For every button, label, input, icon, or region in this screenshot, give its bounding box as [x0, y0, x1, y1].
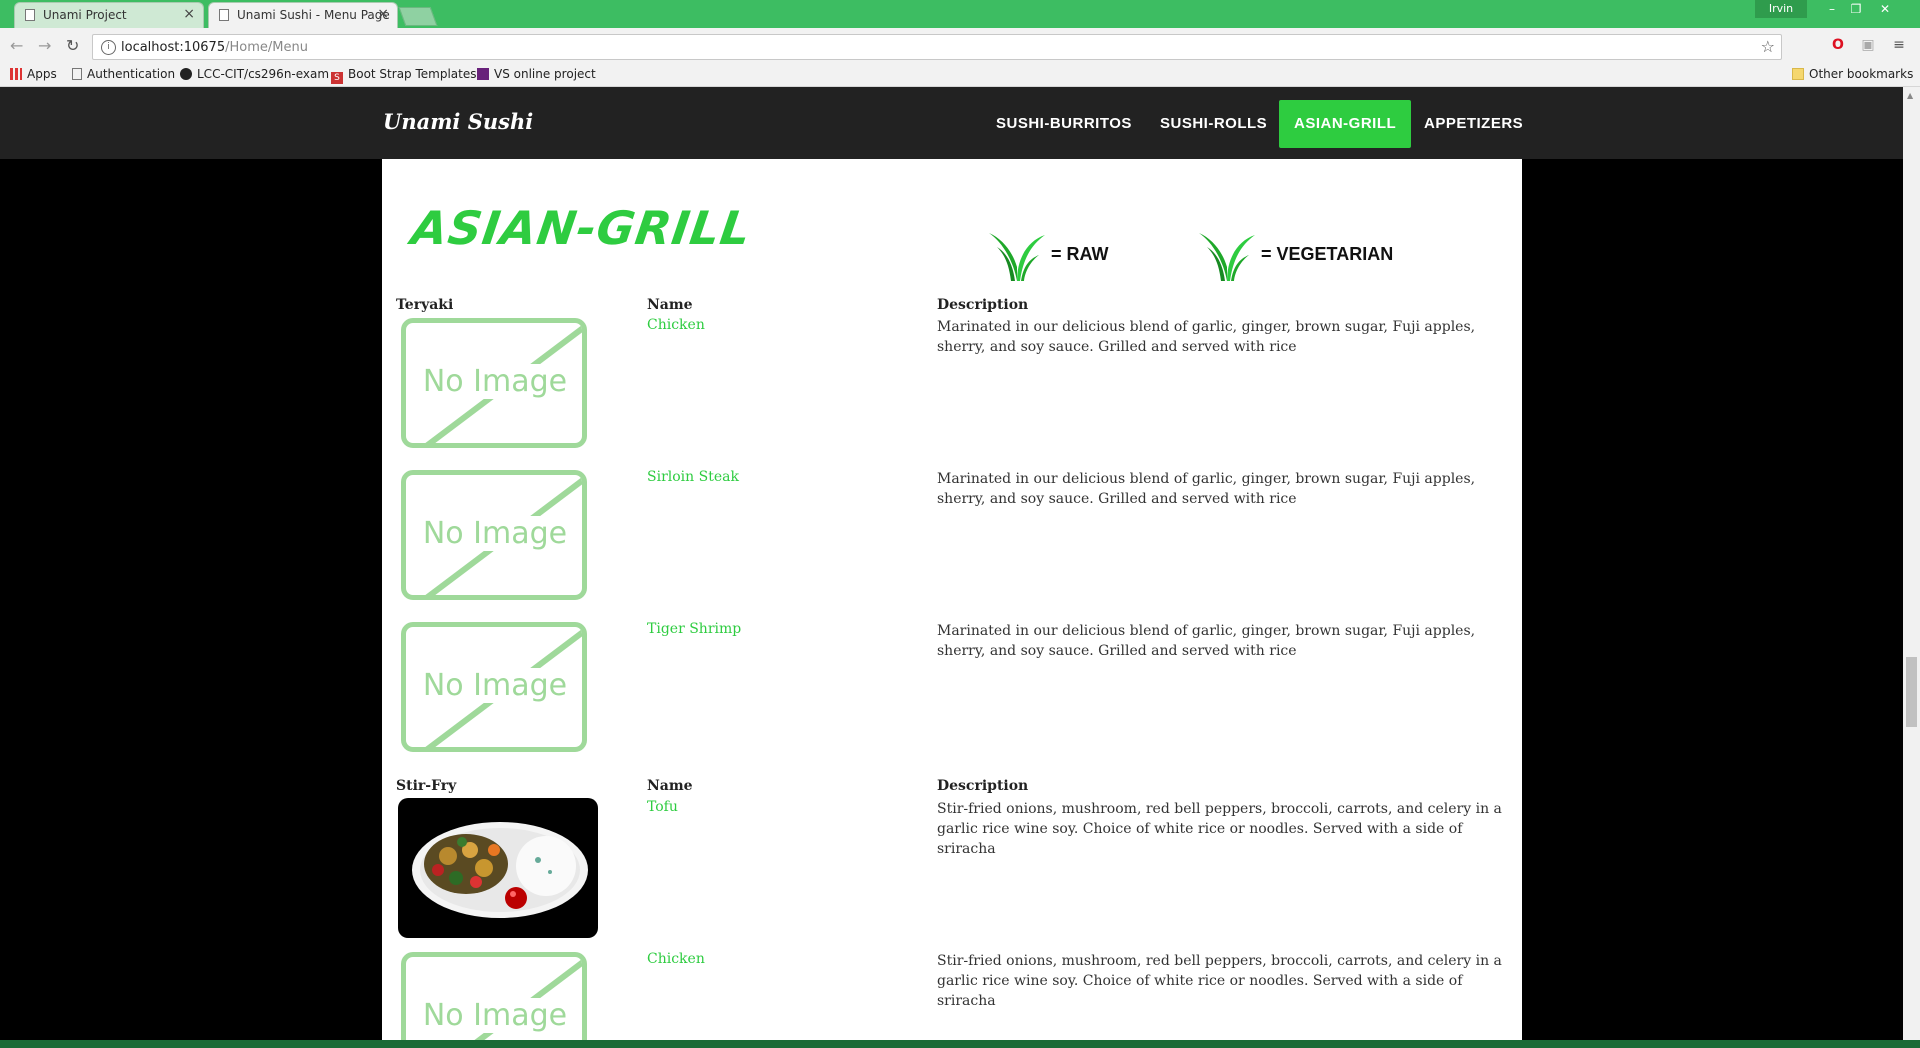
page-viewport: Unami Sushi SUSHI-BURRITOS SUSHI-ROLLS A…: [0, 87, 1903, 1040]
back-arrow-icon[interactable]: ←: [10, 36, 23, 55]
item-name-link[interactable]: Chicken: [647, 317, 705, 333]
nav-sushi-rolls[interactable]: SUSHI-ROLLS: [1145, 100, 1282, 148]
item-description: Marinated in our delicious blend of garl…: [937, 471, 1476, 507]
item-description: Marinated in our delicious blend of garl…: [937, 319, 1476, 355]
page-icon: [219, 9, 229, 21]
no-image-placeholder: No Image: [396, 468, 594, 606]
apps-grid-icon: [10, 68, 22, 80]
folder-icon: [1792, 68, 1804, 80]
site-brand[interactable]: Unami Sushi: [383, 109, 533, 134]
forward-arrow-icon[interactable]: →: [38, 36, 51, 55]
legend-vegetarian: = VEGETARIAN: [1197, 219, 1427, 281]
os-taskbar: [0, 1040, 1920, 1048]
s-logo-icon: S: [331, 72, 343, 84]
scrollbar-thumb[interactable]: [1906, 657, 1917, 727]
tab-unami-project[interactable]: Unami Project ×: [14, 2, 204, 28]
no-image-placeholder: No Image: [396, 950, 594, 1040]
bookmark-vs-online[interactable]: VS online project: [477, 67, 596, 81]
menu-content: ASIAN-GRILL = RAW = VEGETARIAN Teryaki N…: [382, 159, 1522, 1040]
grass-leaf-icon: [989, 233, 1045, 281]
visual-studio-icon: [477, 68, 489, 80]
name-column-header: Name: [647, 778, 693, 794]
nav-appetizers[interactable]: APPETIZERS: [1409, 100, 1538, 148]
other-bookmarks[interactable]: Other bookmarks: [1792, 67, 1913, 81]
bookmark-apps[interactable]: Apps: [10, 67, 57, 81]
menu-icon[interactable]: ≡: [1890, 36, 1908, 54]
bookmark-star-icon[interactable]: ☆: [1761, 37, 1775, 56]
nav-asian-grill[interactable]: ASIAN-GRILL: [1279, 100, 1412, 148]
nav-sushi-burritos[interactable]: SUSHI-BURRITOS: [981, 100, 1147, 148]
item-name-link[interactable]: Sirloin Steak: [647, 469, 739, 485]
description-column-header: Description: [937, 297, 1029, 313]
restore-icon[interactable]: ❐: [1846, 0, 1866, 20]
profile-button[interactable]: Irvin: [1755, 0, 1807, 18]
food-photo: [398, 798, 598, 938]
no-image-placeholder: No Image: [396, 316, 594, 454]
no-image-placeholder: No Image: [396, 620, 594, 758]
minimize-icon[interactable]: –: [1822, 0, 1842, 20]
browser-tab-strip: Unami Project × Unami Sushi - Menu Page …: [0, 0, 1920, 28]
item-description: Stir-fried onions, mushroom, red bell pe…: [937, 801, 1502, 857]
github-icon: [180, 68, 192, 80]
item-name-link[interactable]: Chicken: [647, 951, 705, 967]
bookmark-authentication[interactable]: Authentication: [72, 67, 175, 81]
close-tab-icon[interactable]: ×: [183, 6, 195, 22]
item-name-link[interactable]: Tofu: [647, 799, 678, 815]
grass-leaf-icon: [1199, 233, 1255, 281]
page-icon: [72, 68, 82, 80]
bookmark-github[interactable]: LCC-CIT/cs296n-exam: [180, 67, 329, 81]
page-title: ASIAN-GRILL: [408, 201, 755, 255]
url-text: localhost:10675/Home/Menu: [121, 40, 308, 55]
category-heading: Teryaki: [396, 297, 454, 313]
reload-icon[interactable]: ↻: [66, 36, 79, 55]
item-name-link[interactable]: Tiger Shrimp: [647, 621, 741, 637]
vertical-scrollbar[interactable]: ▲: [1903, 87, 1920, 1040]
info-icon[interactable]: i: [101, 40, 116, 55]
tab-unami-sushi-menu[interactable]: Unami Sushi - Menu Page ×: [208, 2, 398, 28]
bookmarks-bar: Apps Authentication LCC-CIT/cs296n-exam …: [0, 62, 1920, 87]
opera-extension-icon[interactable]: O: [1829, 36, 1847, 54]
bookmark-bootstrap[interactable]: S Boot Strap Templates: [331, 67, 476, 84]
description-column-header: Description: [937, 778, 1029, 794]
address-bar[interactable]: i localhost:10675/Home/Menu ☆: [92, 34, 1782, 60]
close-window-icon[interactable]: ✕: [1872, 0, 1898, 20]
close-tab-icon[interactable]: ×: [377, 6, 389, 22]
new-tab-button[interactable]: [398, 7, 438, 26]
item-description: Marinated in our delicious blend of garl…: [937, 623, 1476, 659]
category-heading: Stir-Fry: [396, 778, 457, 794]
name-column-header: Name: [647, 297, 693, 313]
page-icon: [25, 9, 35, 21]
legend-raw: = RAW: [987, 219, 1137, 281]
pdf-extension-icon[interactable]: ▣: [1859, 36, 1877, 54]
site-navbar: Unami Sushi SUSHI-BURRITOS SUSHI-ROLLS A…: [0, 87, 1903, 159]
scroll-up-icon[interactable]: ▲: [1907, 91, 1913, 100]
item-description: Stir-fried onions, mushroom, red bell pe…: [937, 953, 1502, 1009]
